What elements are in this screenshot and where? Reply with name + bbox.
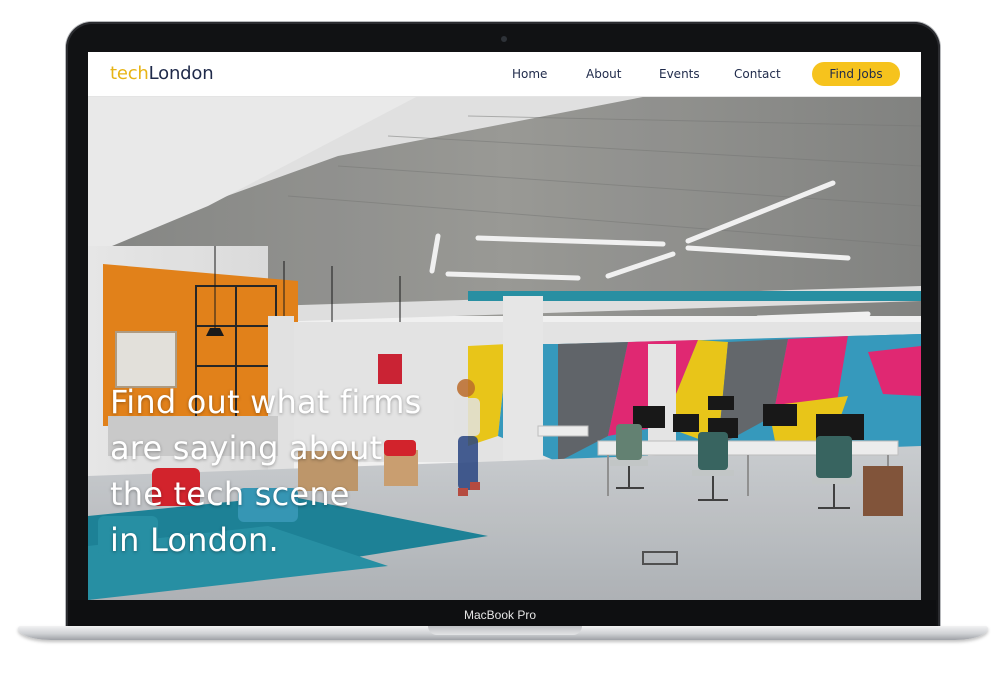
headline-line: the tech scene xyxy=(110,475,350,513)
headline-line: Find out what firms xyxy=(110,383,422,421)
browser-screen: techLondon Home About Events Contact Fin… xyxy=(88,52,921,600)
nav-link-home[interactable]: Home xyxy=(512,67,547,81)
nav-link-events[interactable]: Events xyxy=(659,67,700,81)
logo-prefix: tech xyxy=(110,63,149,84)
hero-headline: Find out what firms are saying about the… xyxy=(110,379,422,563)
device-label: MacBook Pro xyxy=(463,608,537,622)
headline-line: in London. xyxy=(110,521,279,559)
headline-line: are saying about xyxy=(110,429,383,467)
site-header: techLondon Home About Events Contact Fin… xyxy=(88,52,921,97)
laptop-notch xyxy=(428,626,582,635)
nav-link-about[interactable]: About xyxy=(586,67,621,81)
find-jobs-button[interactable]: Find Jobs xyxy=(812,62,900,86)
hero-section: Find out what firms are saying about the… xyxy=(88,96,921,600)
logo-suffix: London xyxy=(148,63,214,84)
nav-link-contact[interactable]: Contact xyxy=(734,67,781,81)
site-logo[interactable]: techLondon xyxy=(110,63,214,84)
camera-dot xyxy=(501,36,507,42)
